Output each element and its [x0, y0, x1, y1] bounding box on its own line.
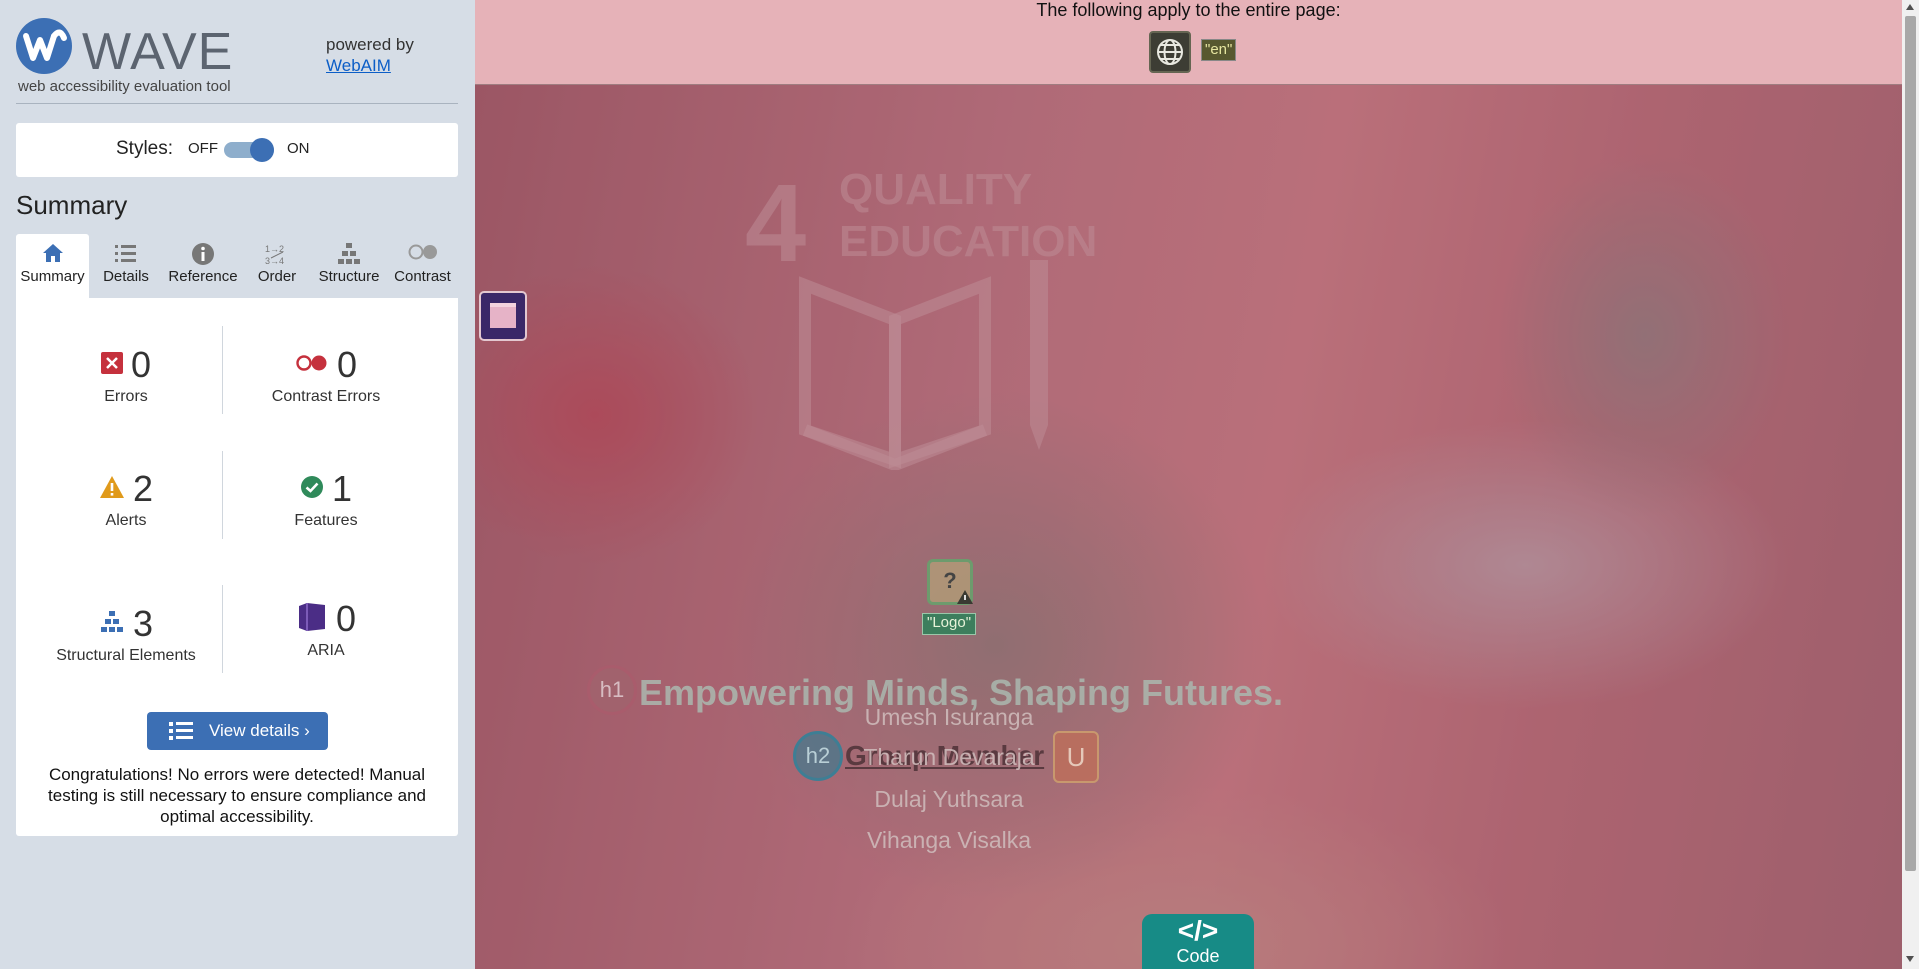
- alert-icon: [99, 475, 125, 504]
- member-name: Umesh Isuranga: [864, 704, 1034, 730]
- styles-toggle-panel: Styles: OFF ON: [16, 123, 458, 177]
- alerts-stat[interactable]: 2 Alerts: [26, 468, 226, 530]
- features-stat[interactable]: 1 Features: [226, 468, 426, 530]
- wave-logo-word: WAVE: [82, 23, 234, 81]
- aria-label: ARIA: [307, 642, 345, 659]
- tab-bar: Summary Details Reference 1→2 3→4 Order S…: [16, 234, 458, 298]
- home-icon: [16, 234, 89, 268]
- code-icon: </>: [1177, 915, 1219, 946]
- list-icon: [89, 234, 163, 268]
- summary-title: Summary: [16, 190, 128, 220]
- view-details-button[interactable]: View details ›: [147, 712, 328, 750]
- contrast-errors-label: Contrast Errors: [271, 388, 381, 405]
- language-globe-icon[interactable]: [1149, 31, 1191, 73]
- structural-elements-stat[interactable]: 3 Structural Elements: [26, 603, 226, 665]
- features-label: Features: [294, 512, 358, 529]
- h1-badge-icon[interactable]: h1: [587, 665, 637, 715]
- tab-reference[interactable]: Reference: [163, 234, 243, 298]
- view-details-label: View details ›: [209, 721, 310, 740]
- structure-icon: [311, 234, 387, 268]
- errors-count: 0: [130, 344, 152, 385]
- scrollbar-thumb[interactable]: [1905, 16, 1916, 871]
- tab-structure[interactable]: Structure: [311, 234, 387, 298]
- wave-logo-header: WAVE web accessibility evaluation tool p…: [16, 16, 458, 104]
- styles-toggle[interactable]: [224, 138, 276, 162]
- page-wide-text: The following apply to the entire page:: [1036, 0, 1341, 20]
- language-tag: "en": [1201, 39, 1237, 61]
- aria-count: 0: [335, 598, 357, 639]
- hero-overlay: [475, 85, 1902, 969]
- tab-label: Details: [103, 268, 149, 285]
- contrast-errors-stat[interactable]: 0 Contrast Errors: [226, 344, 426, 406]
- tab-order[interactable]: 1→2 3→4 Order: [243, 234, 311, 298]
- tab-details[interactable]: Details: [89, 234, 163, 298]
- info-icon: [163, 234, 243, 268]
- page-wide-banner: The following apply to the entire page: …: [475, 0, 1902, 85]
- member-name: Vihanga Visalka: [866, 827, 1032, 853]
- tab-label: Summary: [20, 268, 85, 285]
- errors-stat[interactable]: 0 Errors: [26, 344, 226, 406]
- alert-mini-icon: [957, 590, 973, 604]
- features-count: 1: [331, 468, 353, 509]
- aria-landmark-icon[interactable]: [479, 291, 527, 341]
- error-icon: [100, 351, 123, 379]
- tab-summary[interactable]: Summary: [16, 234, 89, 298]
- alert-logo-flag[interactable]: ? "Logo": [922, 559, 978, 643]
- structure-icon: [99, 610, 125, 639]
- contrast-errors-count: 0: [336, 344, 358, 385]
- contrast-icon: [387, 234, 458, 268]
- powered-by-text: powered by: [326, 35, 414, 54]
- vertical-scrollbar[interactable]: [1902, 0, 1919, 969]
- tab-label: Contrast: [394, 268, 451, 285]
- aria-stat[interactable]: 0 ARIA: [226, 598, 426, 660]
- order-icon: 1→2 3→4: [243, 234, 311, 268]
- tab-label: Reference: [168, 268, 238, 285]
- webaim-link[interactable]: WebAIM: [326, 56, 391, 75]
- sdg-title-line1: QUALITY: [839, 165, 1033, 214]
- alerts-count: 2: [132, 468, 154, 509]
- wave-logo-icon: [16, 18, 72, 74]
- alerts-label: Alerts: [105, 512, 147, 529]
- powered-by: powered by WebAIM: [326, 34, 414, 76]
- structural-count: 3: [132, 603, 154, 644]
- wave-sidebar: WAVE web accessibility evaluation tool p…: [0, 0, 475, 969]
- logo-alt-tag: "Logo": [922, 613, 977, 635]
- contrast-error-icon: [295, 353, 329, 378]
- styles-on-label: ON: [287, 140, 310, 157]
- tab-contrast[interactable]: Contrast: [387, 234, 458, 298]
- tab-label: Structure: [318, 268, 380, 285]
- scroll-up-arrow-icon[interactable]: [1906, 4, 1914, 10]
- member-name: Dulaj Yuthsara: [874, 786, 1024, 812]
- styles-off-label: OFF: [188, 140, 218, 157]
- congrats-message: Congratulations! No errors were detected…: [48, 765, 426, 826]
- list-icon: [169, 720, 193, 747]
- errors-label: Errors: [104, 388, 148, 405]
- hero-background-image: 4 QUALITY EDUCATION ? "Logo" h1 Empoweri…: [475, 85, 1902, 969]
- svg-text:3→4: 3→4: [265, 256, 284, 266]
- feature-check-icon: [300, 475, 324, 504]
- code-toggle-button[interactable]: </> Code: [1142, 914, 1254, 969]
- styles-label: Styles:: [116, 138, 174, 159]
- scroll-down-arrow-icon[interactable]: [1906, 956, 1914, 962]
- wave-logo-subtitle: web accessibility evaluation tool: [18, 78, 231, 95]
- toggle-knob: [250, 138, 274, 162]
- member-name: Tharun Devaraja: [863, 744, 1035, 770]
- page-preview: 4 QUALITY EDUCATION ? "Logo" h1 Empoweri…: [475, 0, 1902, 969]
- sdg-book-icon: [795, 240, 1095, 475]
- aria-icon: [296, 602, 328, 637]
- code-label: Code: [1176, 946, 1220, 966]
- tab-label: Order: [257, 268, 297, 285]
- summary-panel: 0 Errors 0 Contrast Errors 2 Alerts 1 Fe…: [16, 298, 458, 836]
- structural-label: Structural Elements: [56, 647, 196, 664]
